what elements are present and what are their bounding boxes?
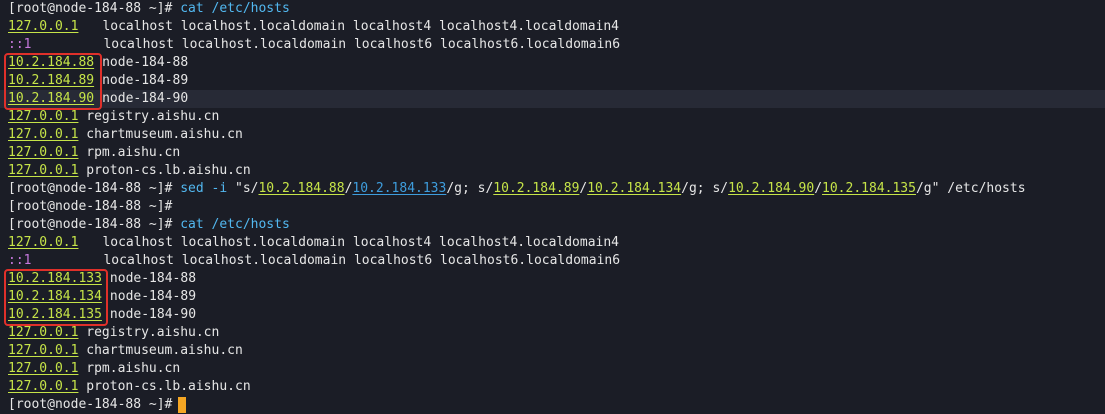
hostnames: chartmuseum.aishu.cn [86,127,243,142]
ip-address: 10.2.184.89 [8,73,95,88]
command-text: cat /etc/hosts [180,217,290,232]
sed-tail: /g" /etc/hosts [915,181,1026,196]
sed-old-ip-3: 10.2.184.90 [728,181,815,196]
ip-address: 127.0.0.1 [8,145,79,160]
hostnames: registry.aishu.cn [86,325,220,340]
terminal-line-prompt-cat-1: [root@node-184-88 ~]# cat /etc/hosts [8,0,1105,18]
hostnames: rpm.aishu.cn [86,361,181,376]
hosts-entry: 10.2.184.88 node-184-88 [8,54,1105,72]
ip-address: 10.2.184.133 [8,271,102,286]
hostnames: registry.aishu.cn [86,109,220,124]
shell-prompt: [root@node-184-88 ~]# [8,1,173,16]
ip-address: 127.0.0.1 [8,235,79,250]
hosts-entry-highlighted: 10.2.184.90 node-184-90 [0,90,1105,108]
hosts-entry: 10.2.184.135 node-184-90 [8,306,1105,324]
hostnames: node-184-89 [102,73,189,88]
shell-prompt: [root@node-184-88 ~]# [8,397,173,412]
sed-old-ip-1: 10.2.184.88 [258,181,345,196]
ip-address: 10.2.184.135 [8,307,102,322]
terminal-line-sed: [root@node-184-88 ~]# sed -i "s/10.2.184… [8,180,1105,198]
hostnames: localhost localhost.localdomain localhos… [103,253,621,268]
hosts-entry: 10.2.184.134 node-184-89 [8,288,1105,306]
ip-address: 127.0.0.1 [8,19,79,34]
terminal-line-empty-prompt: [root@node-184-88 ~]# [8,198,1105,216]
hostnames: node-184-90 [109,307,197,322]
hosts-entry: 127.0.0.1 localhost localhost.localdomain… [8,18,1105,36]
sed-new-ip-1: 10.2.184.133 [352,181,447,196]
sed-quote-open: "s/ [235,181,259,196]
hostnames: chartmuseum.aishu.cn [86,343,243,358]
hostnames: node-184-90 [102,91,189,106]
hosts-entry: ::1 localhost localhost.localdomain local… [8,252,1105,270]
ip-address: 10.2.184.90 [8,91,95,106]
hosts-entry: 127.0.0.1 proton-cs.lb.aishu.cn [8,162,1105,180]
hostnames: node-184-88 [102,55,189,70]
hosts-entry: 127.0.0.1 localhost localhost.localdomain… [8,234,1105,252]
sed-command: sed -i [180,181,228,196]
ip-address: ::1 [8,37,32,52]
ip-address: 127.0.0.1 [8,361,79,376]
hosts-entry: 127.0.0.1 proton-cs.lb.aishu.cn [8,378,1105,396]
hosts-entry: 127.0.0.1 chartmuseum.aishu.cn [8,342,1105,360]
ip-address: 127.0.0.1 [8,127,79,142]
ip-address: 127.0.0.1 [8,343,79,358]
hostnames: proton-cs.lb.aishu.cn [86,163,251,178]
hostnames: proton-cs.lb.aishu.cn [86,379,251,394]
hostnames: localhost localhost.localdomain localhos… [102,235,620,250]
terminal-line-active-prompt[interactable]: [root@node-184-88 ~]# [8,396,1105,414]
sed-old-ip-2: 10.2.184.89 [493,181,580,196]
command-text: cat /etc/hosts [180,1,290,16]
sed-separator: /g; s/ [446,181,494,196]
shell-prompt: [root@node-184-88 ~]# [8,181,173,196]
hosts-entry: 127.0.0.1 rpm.aishu.cn [8,360,1105,378]
ip-address: 127.0.0.1 [8,379,79,394]
hosts-entry: 10.2.184.133 node-184-88 [8,270,1105,288]
ip-address: 127.0.0.1 [8,163,79,178]
ip-address: 10.2.184.88 [8,55,95,70]
shell-prompt: [root@node-184-88 ~]# [8,217,173,232]
sed-separator: / [814,181,823,196]
sed-new-ip-3: 10.2.184.135 [822,181,916,196]
hostnames: node-184-88 [109,271,197,286]
hosts-entry: 127.0.0.1 rpm.aishu.cn [8,144,1105,162]
hostnames: localhost localhost.localdomain localhos… [102,19,620,34]
ip-address: 127.0.0.1 [8,325,79,340]
hostnames: rpm.aishu.cn [86,145,181,160]
hostnames: node-184-89 [109,289,197,304]
hostnames: localhost localhost.localdomain localhos… [103,37,621,52]
hosts-entry: 127.0.0.1 chartmuseum.aishu.cn [8,126,1105,144]
ip-address: 10.2.184.134 [8,289,102,304]
hosts-entry: 127.0.0.1 registry.aishu.cn [8,108,1105,126]
terminal-line-prompt-cat-2: [root@node-184-88 ~]# cat /etc/hosts [8,216,1105,234]
ip-address: 127.0.0.1 [8,109,79,124]
text-cursor [178,396,187,413]
sed-separator: /g; s/ [681,181,729,196]
terminal-window[interactable]: [root@node-184-88 ~]# cat /etc/hosts 127… [0,0,1105,414]
shell-prompt: [root@node-184-88 ~]# [8,199,173,214]
hosts-entry: 127.0.0.1 registry.aishu.cn [8,324,1105,342]
sed-new-ip-2: 10.2.184.134 [587,181,682,196]
ip-address: ::1 [8,253,32,268]
hosts-entry: ::1 localhost localhost.localdomain local… [8,36,1105,54]
hosts-entry: 10.2.184.89 node-184-89 [8,72,1105,90]
